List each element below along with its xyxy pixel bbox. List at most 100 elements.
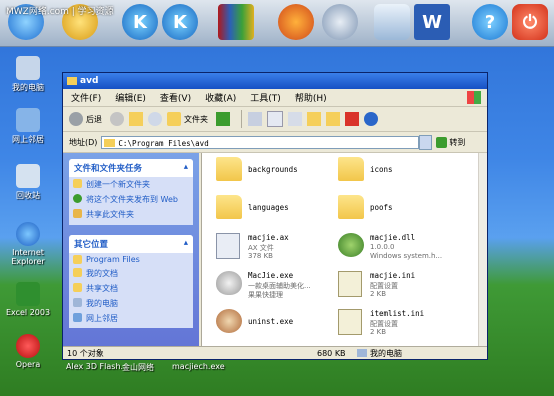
window-app-icon[interactable] bbox=[322, 4, 358, 40]
desktop-icon-opera[interactable]: Opera bbox=[2, 334, 54, 369]
task-share-folder[interactable]: 共享此文件夹 bbox=[69, 207, 193, 225]
vertical-scrollbar[interactable] bbox=[478, 153, 487, 347]
file-tasks-header[interactable]: 文件和文件夹任务 ▴ bbox=[69, 159, 193, 177]
desktop-shortcut-label[interactable]: 金山网络 bbox=[122, 362, 154, 373]
computer-icon bbox=[16, 56, 40, 80]
file-item-languages[interactable]: languages bbox=[216, 193, 346, 227]
place-my-documents[interactable]: 我的文档 bbox=[69, 266, 193, 281]
desktop: K K W ? ⏻ MWZ网络.com | 学习资源 我的电脑 网上邻居 回收站… bbox=[0, 0, 554, 396]
file-item-icons[interactable]: icons bbox=[338, 155, 468, 189]
up-folder-icon[interactable] bbox=[129, 112, 143, 126]
undo-icon[interactable] bbox=[364, 112, 378, 126]
file-item-uninst-exe[interactable]: uninst.exe bbox=[216, 307, 346, 341]
menu-favorites[interactable]: 收藏(A) bbox=[205, 91, 236, 104]
move-to-icon[interactable] bbox=[307, 112, 321, 126]
file-item-macjie-ini[interactable]: macjie.ini 配置设置 2 KB bbox=[338, 269, 468, 303]
file-name: languages bbox=[248, 203, 289, 212]
opera-icon bbox=[16, 334, 40, 358]
desktop-icon-excel[interactable]: Excel 2003 bbox=[2, 282, 54, 317]
menu-edit[interactable]: 编辑(E) bbox=[115, 91, 146, 104]
desktop-shortcut-label[interactable]: Alex 3D Flash... bbox=[66, 362, 128, 371]
menu-bar: 文件(F) 编辑(E) 查看(V) 收藏(A) 工具(T) 帮助(H) bbox=[63, 89, 487, 107]
toolbar: 后退 文件夹 bbox=[63, 107, 487, 132]
other-places-header[interactable]: 其它位置 ▴ bbox=[69, 235, 193, 253]
trash-icon[interactable] bbox=[374, 4, 410, 40]
folder-icon bbox=[216, 195, 242, 219]
desktop-shortcut-label[interactable]: macjiech.exe bbox=[172, 362, 225, 371]
place-label: 我的文档 bbox=[86, 269, 118, 278]
folder-icon bbox=[216, 157, 242, 181]
status-location: 我的电脑 bbox=[370, 348, 402, 358]
place-shared-documents[interactable]: 共享文档 bbox=[69, 281, 193, 296]
status-size: 680 KB bbox=[317, 348, 346, 358]
menu-tools[interactable]: 工具(T) bbox=[250, 91, 281, 104]
task-label: 共享此文件夹 bbox=[86, 210, 134, 219]
copy-to-icon[interactable] bbox=[326, 112, 340, 126]
help-icon[interactable]: ? bbox=[472, 4, 508, 40]
place-my-computer[interactable]: 我的电脑 bbox=[69, 296, 193, 311]
file-item-macjie-exe[interactable]: MacJie.exe 一款桌面辅助美化... 果果快捷理 bbox=[216, 269, 346, 303]
place-label: Program Files bbox=[86, 255, 140, 264]
task-new-folder[interactable]: 创建一个新文件夹 bbox=[69, 177, 193, 192]
file-item-poofs[interactable]: poofs bbox=[338, 193, 468, 227]
file-item-macjie-ax[interactable]: macjie.ax AX 文件 378 KB bbox=[216, 231, 346, 265]
computer-icon bbox=[73, 298, 82, 307]
desktop-icon-label: 我的电脑 bbox=[12, 83, 44, 92]
place-label: 网上邻居 bbox=[86, 314, 118, 323]
address-input[interactable]: C:\Program Files\avd bbox=[101, 135, 420, 149]
dock-overlay-text: MWZ网络.com | 学习资源 bbox=[6, 7, 114, 17]
menu-view[interactable]: 查看(V) bbox=[160, 91, 191, 104]
back-button-label: 后退 bbox=[86, 114, 102, 124]
go-button[interactable]: 转到 bbox=[436, 136, 465, 148]
desktop-icon-my-computer[interactable]: 我的电脑 bbox=[2, 56, 54, 93]
status-bar: 10 个对象 680 KB 我的电脑 bbox=[63, 346, 487, 359]
network-icon bbox=[16, 108, 40, 132]
folders-icon bbox=[167, 112, 181, 126]
menu-file[interactable]: 文件(F) bbox=[71, 91, 101, 104]
status-object-count: 10 个对象 bbox=[67, 348, 104, 358]
excel-icon bbox=[16, 282, 40, 306]
k-app-icon-2[interactable]: K bbox=[162, 4, 198, 40]
file-item-itemlist-ini[interactable]: itemlist.ini 配置设置 2 KB bbox=[338, 307, 468, 341]
desktop-icon-recycle-bin[interactable]: 回收站 bbox=[2, 164, 54, 201]
explorer-window: avd 文件(F) 编辑(E) 查看(V) 收藏(A) 工具(T) 帮助(H) … bbox=[62, 72, 488, 360]
power-icon[interactable]: ⏻ bbox=[512, 4, 548, 40]
documents-icon bbox=[73, 268, 82, 277]
place-program-files[interactable]: Program Files bbox=[69, 253, 193, 266]
internet-explorer-icon bbox=[16, 222, 40, 246]
address-dropdown-arrow[interactable] bbox=[419, 134, 433, 150]
delete-icon[interactable] bbox=[345, 112, 359, 126]
paste-icon[interactable] bbox=[288, 112, 302, 126]
file-item-macjie-dll[interactable]: macjie.dll 1.0.0.0 Windows system.h... bbox=[338, 231, 468, 265]
uninstall-icon bbox=[216, 309, 242, 333]
back-button[interactable]: 后退 bbox=[69, 112, 102, 126]
winrar-icon[interactable] bbox=[218, 4, 254, 40]
back-arrow-icon bbox=[69, 112, 83, 126]
windows-logo-icon bbox=[467, 91, 481, 104]
forward-arrow-icon[interactable] bbox=[110, 112, 124, 126]
desktop-icon-ie[interactable]: Internet Explorer bbox=[2, 222, 54, 266]
collapse-chevron-icon: ▴ bbox=[183, 238, 188, 248]
place-network[interactable]: 网上邻居 bbox=[69, 311, 193, 328]
menu-help[interactable]: 帮助(H) bbox=[295, 91, 327, 104]
folder-icon bbox=[73, 255, 82, 264]
cut-icon[interactable] bbox=[248, 112, 262, 126]
file-item-backgrounds[interactable]: backgrounds bbox=[216, 155, 346, 189]
file-name: icons bbox=[370, 165, 393, 174]
sync-icon[interactable] bbox=[216, 112, 230, 126]
task-label: 将这个文件夹发布到 Web bbox=[86, 195, 178, 204]
firefox-icon[interactable] bbox=[278, 4, 314, 40]
search-icon[interactable] bbox=[148, 112, 162, 126]
desktop-icon-network[interactable]: 网上邻居 bbox=[2, 108, 54, 145]
task-publish-web[interactable]: 将这个文件夹发布到 Web bbox=[69, 192, 193, 207]
k-app-icon-1[interactable]: K bbox=[122, 4, 158, 40]
folders-button-label: 文件夹 bbox=[184, 114, 208, 124]
ax-file-icon bbox=[216, 233, 240, 259]
file-name: uninst.exe bbox=[248, 317, 294, 326]
folders-button[interactable]: 文件夹 bbox=[167, 112, 208, 126]
copy-icon[interactable] bbox=[267, 111, 283, 127]
word-icon[interactable]: W bbox=[414, 4, 450, 40]
file-size: 378 KB bbox=[248, 252, 273, 260]
window-titlebar[interactable]: avd bbox=[63, 73, 487, 89]
shared-documents-icon bbox=[73, 283, 82, 292]
